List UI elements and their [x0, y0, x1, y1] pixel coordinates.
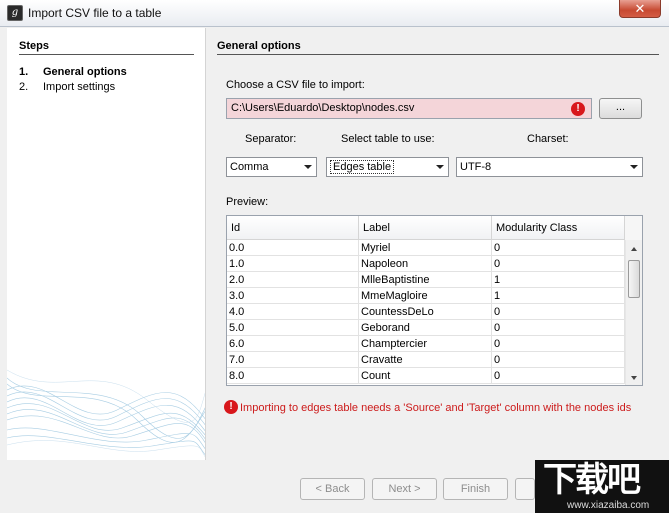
table-row[interactable]: 1.0 Napoleon 0	[227, 256, 625, 272]
separator-value: Comma	[230, 161, 269, 173]
column-header-label[interactable]: Label	[359, 216, 492, 240]
separator-select[interactable]: Comma	[226, 157, 317, 177]
cell-label: Count	[359, 368, 492, 384]
cell-modularity: 0	[492, 368, 625, 384]
title-bar: g Import CSV file to a table ✕	[0, 0, 669, 27]
chevron-down-icon	[436, 165, 444, 169]
file-label: Choose a CSV file to import:	[226, 79, 365, 91]
cell-id: 7.0	[227, 352, 359, 368]
charset-label: Charset:	[527, 133, 569, 145]
scroll-up-icon[interactable]	[631, 247, 637, 251]
watermark-url: www.xiazaiba.com	[567, 500, 650, 511]
step-general-options[interactable]: 1. General options	[19, 66, 127, 78]
column-header-id[interactable]: Id	[227, 216, 359, 240]
cell-id: 3.0	[227, 288, 359, 304]
separator-label: Separator:	[245, 133, 297, 145]
table-select[interactable]: Edges table	[326, 157, 449, 177]
steps-panel: Steps 1. General options 2. Import setting…	[7, 28, 206, 460]
cell-id: 5.0	[227, 320, 359, 336]
cell-label: Geborand	[359, 320, 492, 336]
cancel-button[interactable]	[515, 478, 535, 500]
step-label: Import settings	[43, 81, 116, 93]
cell-label: Napoleon	[359, 256, 492, 272]
preview-table[interactable]: Id Label Modularity Class 0.0 Myriel 0 1…	[226, 215, 643, 386]
close-button[interactable]: ✕	[619, 0, 661, 18]
cell-modularity: 0	[492, 320, 625, 336]
button-bar: < Back Next > Finish 下载吧 www.xiazaiba.co…	[0, 460, 669, 513]
cell-modularity: 1	[492, 288, 625, 304]
watermark-text: 下载吧	[543, 460, 641, 500]
cell-label: CountessDeLo	[359, 304, 492, 320]
warning-icon: !	[224, 400, 238, 414]
next-button[interactable]: Next >	[372, 478, 437, 500]
cell-modularity: 0	[492, 304, 625, 320]
warning-message: Importing to edges table needs a 'Source…	[240, 402, 632, 414]
table-row[interactable]: 7.0 Cravatte 0	[227, 352, 625, 368]
cell-id: 6.0	[227, 336, 359, 352]
section-title: General options	[217, 40, 301, 52]
steps-title: Steps	[19, 40, 49, 52]
cell-id: 0.0	[227, 240, 359, 256]
table-row[interactable]: 8.0 Count 0	[227, 368, 625, 384]
error-icon: !	[571, 102, 585, 116]
table-row[interactable]: 5.0 Geborand 0	[227, 320, 625, 336]
table-row[interactable]: 4.0 CountessDeLo 0	[227, 304, 625, 320]
cell-label: Cravatte	[359, 352, 492, 368]
chevron-down-icon	[630, 165, 638, 169]
main-panel: General options Choose a CSV file to imp…	[206, 28, 669, 460]
cell-modularity: 0	[492, 336, 625, 352]
step-number: 1.	[19, 66, 29, 78]
cell-modularity: 1	[492, 272, 625, 288]
step-number: 2.	[19, 81, 29, 93]
header-corner	[625, 216, 642, 240]
table-row[interactable]: 0.0 Myriel 0	[227, 240, 625, 256]
preview-label: Preview:	[226, 196, 269, 208]
cell-modularity: 0	[492, 240, 625, 256]
app-icon: g	[7, 5, 23, 21]
table-value: Edges table	[330, 160, 395, 174]
cell-id: 2.0	[227, 272, 359, 288]
cell-label: Myriel	[359, 240, 492, 256]
cell-id: 1.0	[227, 256, 359, 272]
cell-modularity: 0	[492, 256, 625, 272]
steps-divider	[19, 54, 194, 55]
cell-modularity: 0	[492, 352, 625, 368]
step-import-settings[interactable]: 2. Import settings	[19, 81, 115, 93]
cell-label: Champtercier	[359, 336, 492, 352]
scroll-down-icon[interactable]	[631, 376, 637, 380]
chevron-down-icon	[304, 165, 312, 169]
table-row[interactable]: 2.0 MlleBaptistine 1	[227, 272, 625, 288]
table-row[interactable]: 3.0 MmeMagloire 1	[227, 288, 625, 304]
back-button[interactable]: < Back	[300, 478, 365, 500]
window-title: Import CSV file to a table	[28, 6, 162, 20]
column-header-modularity[interactable]: Modularity Class	[492, 216, 625, 240]
step-label: General options	[43, 66, 127, 78]
cell-label: MlleBaptistine	[359, 272, 492, 288]
section-divider	[217, 54, 659, 55]
vertical-scrollbar[interactable]	[625, 240, 642, 385]
csv-file-input[interactable]: C:\Users\Eduardo\Desktop\nodes.csv	[226, 98, 592, 119]
scroll-thumb[interactable]	[628, 260, 640, 298]
table-header: Id Label Modularity Class	[227, 216, 625, 240]
table-row[interactable]: 6.0 Champtercier 0	[227, 336, 625, 352]
cell-label: MmeMagloire	[359, 288, 492, 304]
watermark-logo: 下载吧 www.xiazaiba.com	[535, 460, 669, 513]
charset-value: UTF-8	[460, 161, 492, 173]
finish-button[interactable]: Finish	[443, 478, 508, 500]
cell-id: 8.0	[227, 368, 359, 384]
cell-id: 4.0	[227, 304, 359, 320]
table-select-label: Select table to use:	[341, 133, 435, 145]
decorative-waves	[7, 369, 205, 457]
browse-button[interactable]: ...	[599, 98, 642, 119]
charset-select[interactable]: UTF-8	[456, 157, 643, 177]
